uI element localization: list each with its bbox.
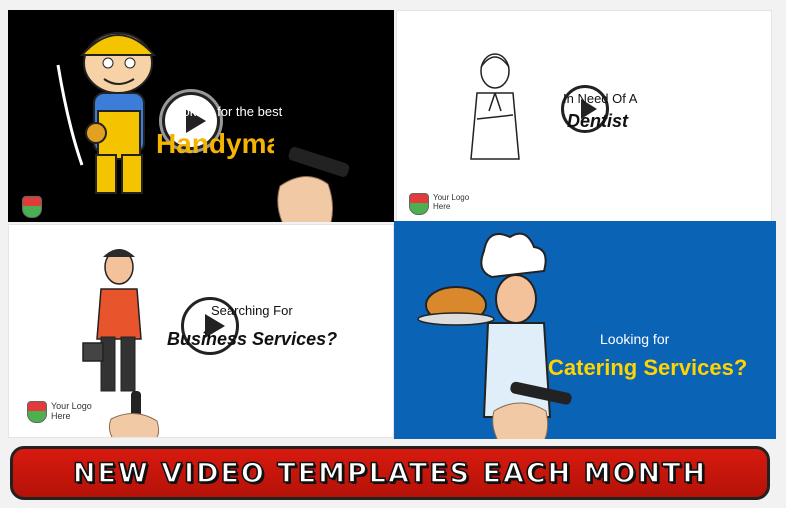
shield-icon <box>27 401 47 423</box>
drawing-hand-icon <box>492 381 572 439</box>
video-tile-handyman[interactable]: Looking for the best Handyman <box>8 10 394 222</box>
drawing-hand-icon <box>108 391 160 437</box>
tile-line2: Dentist <box>567 111 629 131</box>
tile-line2: Catering Services? <box>548 355 748 380</box>
tile-line1: Searching For <box>211 303 293 318</box>
tile-line2: Business Services? <box>167 329 338 349</box>
video-tile-catering[interactable]: Looking for Catering Services? <box>394 221 776 439</box>
tile-line1: Looking for the best <box>168 104 283 119</box>
logo-text: Your Logo Here <box>51 401 92 421</box>
drawing-hand-icon <box>277 146 350 222</box>
video-tile-dentist[interactable]: In Need Of A Dentist Your Logo Here <box>396 10 772 222</box>
video-tile-business[interactable]: Searching For Business Services? Your Lo… <box>8 224 394 438</box>
promo-banner[interactable]: NEW VIDEO TEMPLATES EACH MONTH <box>10 446 770 500</box>
logo-text: Your Logo Here <box>433 193 470 211</box>
businessman-illustration <box>82 249 142 392</box>
dentist-illustration <box>470 53 520 160</box>
tile-line1: In Need Of A <box>563 91 638 106</box>
shield-icon <box>409 193 429 215</box>
tile-line2: Handyman <box>156 128 274 159</box>
tile-line1: Looking for <box>600 331 670 347</box>
banner-text: NEW VIDEO TEMPLATES EACH MONTH <box>72 457 708 490</box>
